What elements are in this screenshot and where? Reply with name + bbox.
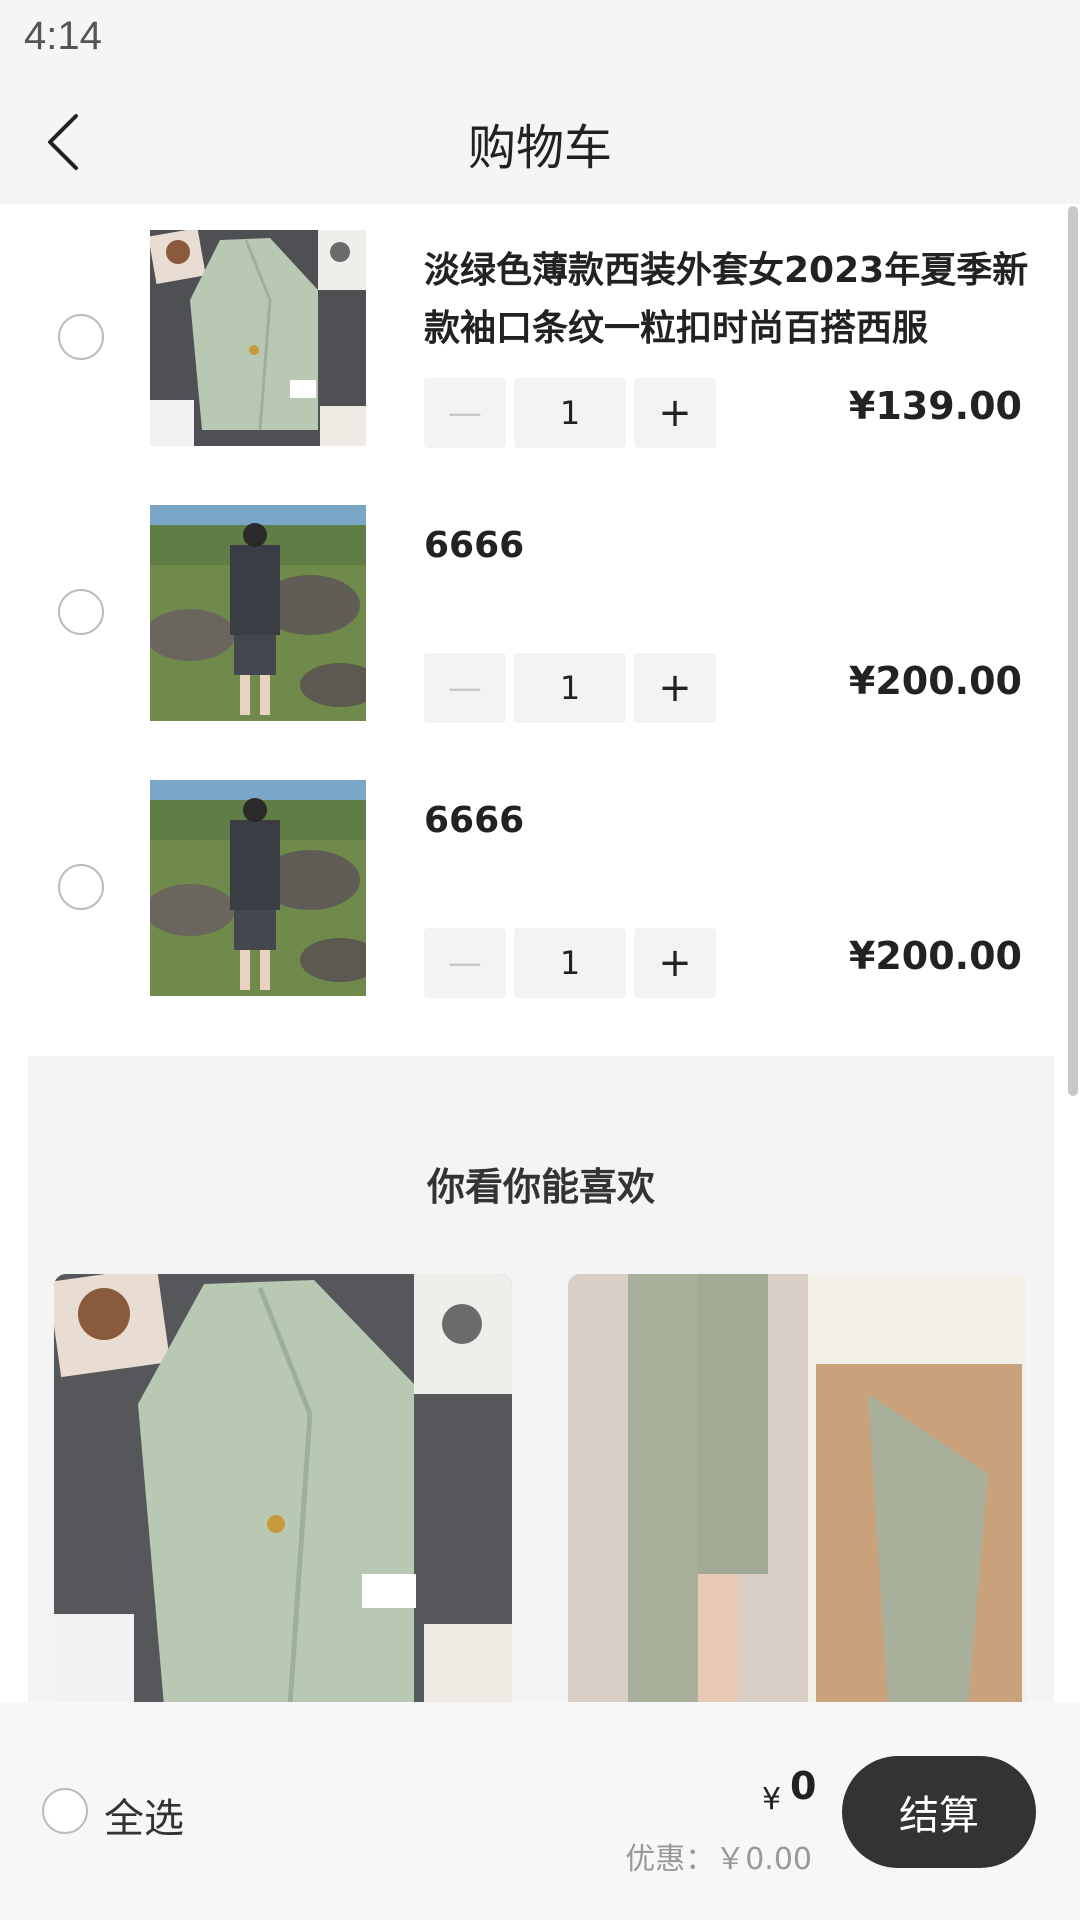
- select-all-label[interactable]: 全选: [104, 1786, 184, 1844]
- scrollbar[interactable]: [1068, 206, 1078, 1096]
- discount-text: 优惠：￥0.00: [625, 1842, 812, 1877]
- status-time: 4:14: [24, 14, 102, 58]
- cart-item: 6666 — 1 + ¥200.00: [0, 754, 1060, 1029]
- item-title[interactable]: 6666: [424, 792, 1034, 850]
- quantity-increase-button[interactable]: +: [634, 653, 716, 723]
- quantity-value[interactable]: 1: [514, 378, 626, 448]
- quantity-decrease-button[interactable]: —: [424, 928, 506, 998]
- recommendations-section: 你看你能喜欢: [28, 1056, 1054, 1702]
- page-title: 购物车: [467, 120, 612, 176]
- select-all-radio[interactable]: [42, 1788, 88, 1834]
- checkout-button[interactable]: 结算: [842, 1756, 1036, 1868]
- item-title[interactable]: 6666: [424, 517, 1034, 575]
- quantity-decrease-button[interactable]: —: [424, 378, 506, 448]
- checkout-bar-inner: 全选 ¥ 0 优惠：￥0.00 结算: [0, 1702, 1080, 1920]
- cart-item: 6666 — 1 + ¥200.00: [0, 479, 1060, 754]
- quantity-decrease-button[interactable]: —: [424, 653, 506, 723]
- item-title[interactable]: 淡绿色薄款西装外套女2023年夏季新款袖口条纹一粒扣时尚百搭西服: [424, 242, 1034, 358]
- total-currency: ¥: [762, 1782, 782, 1817]
- item-select-radio[interactable]: [58, 314, 104, 360]
- quantity-increase-button[interactable]: +: [634, 378, 716, 448]
- product-image-blazer[interactable]: [150, 230, 366, 446]
- product-image-outfit[interactable]: [150, 780, 366, 996]
- total-amount: 0: [790, 1764, 817, 1808]
- product-image-outfit[interactable]: [150, 505, 366, 721]
- recommended-product-card[interactable]: [54, 1274, 512, 1702]
- recommendations-title: 你看你能喜欢: [426, 1165, 655, 1209]
- recommended-product-card[interactable]: [568, 1274, 1026, 1702]
- cart-item: 淡绿色薄款西装外套女2023年夏季新款袖口条纹一粒扣时尚百搭西服 — 1 + ¥…: [0, 204, 1060, 479]
- item-price: ¥200.00: [848, 934, 1022, 978]
- quantity-value[interactable]: 1: [514, 653, 626, 723]
- checkout-bar: 全选 ¥ 0 优惠：￥0.00 结算: [0, 1702, 1080, 1920]
- status-bar: 4:14: [0, 0, 1080, 80]
- quantity-increase-button[interactable]: +: [634, 928, 716, 998]
- item-select-radio[interactable]: [58, 589, 104, 635]
- item-price: ¥200.00: [848, 659, 1022, 703]
- header: 购物车: [0, 80, 1080, 204]
- item-select-radio[interactable]: [58, 864, 104, 910]
- quantity-value[interactable]: 1: [514, 928, 626, 998]
- cart-content[interactable]: 淡绿色薄款西装外套女2023年夏季新款袖口条纹一粒扣时尚百搭西服 — 1 + ¥…: [0, 204, 1080, 1702]
- item-price: ¥139.00: [848, 384, 1022, 428]
